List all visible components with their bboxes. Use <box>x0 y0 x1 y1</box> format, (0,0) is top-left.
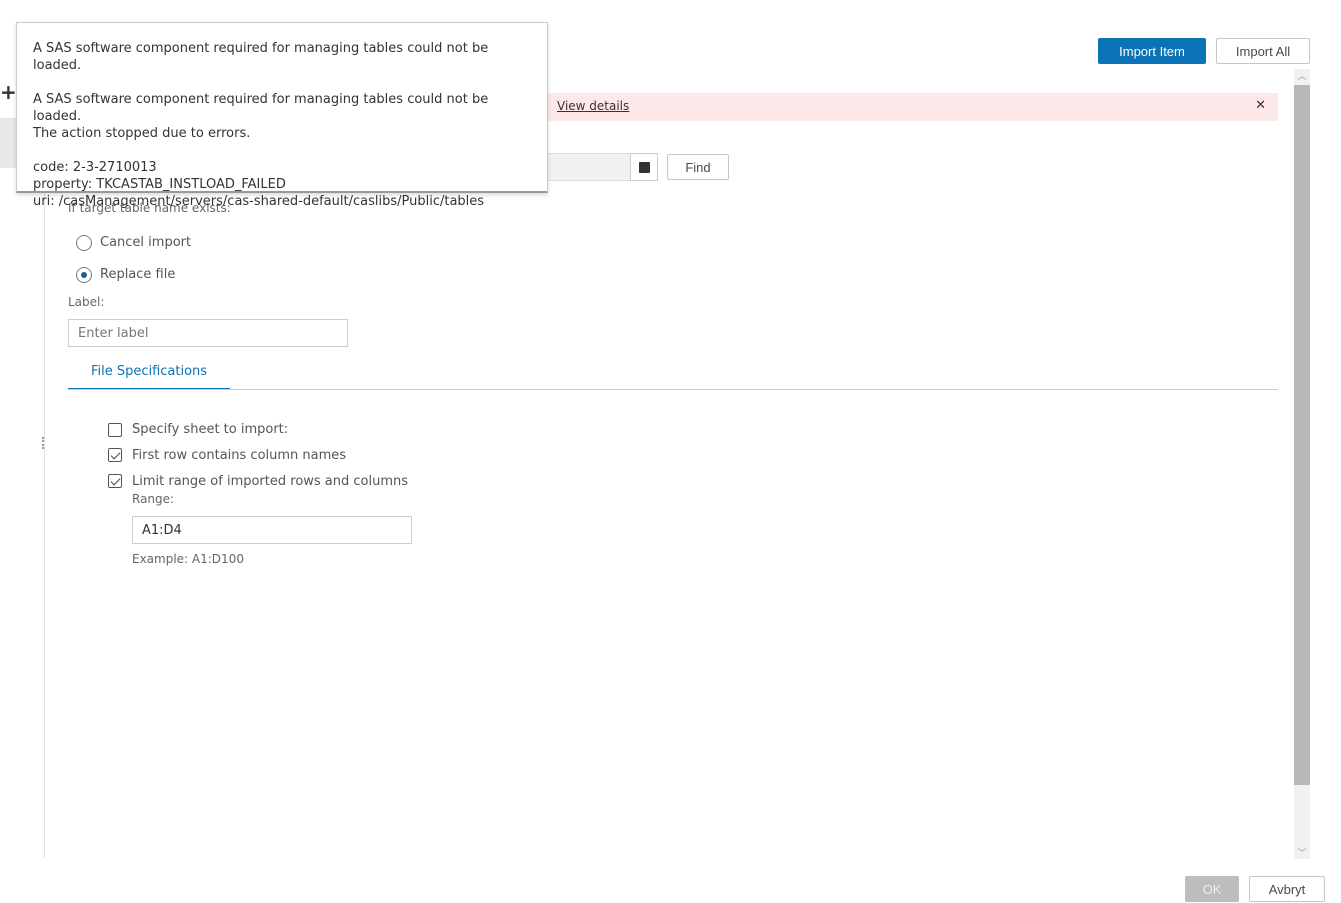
import-all-button[interactable]: Import All <box>1216 38 1310 64</box>
scroll-down-icon[interactable]: ﹀ <box>1294 846 1310 859</box>
popover-code: code: 2-3-2710013 <box>33 160 157 175</box>
label-input[interactable] <box>68 319 348 347</box>
cancel-import-radio[interactable] <box>76 235 92 251</box>
close-icon[interactable]: ✕ <box>1255 98 1266 113</box>
replace-file-label: Replace file <box>100 267 176 282</box>
limit-range-label: Limit range of imported rows and columns <box>132 474 409 489</box>
ok-button[interactable]: OK <box>1185 876 1239 902</box>
scroll-up-icon[interactable]: ︿ <box>1294 69 1310 85</box>
find-button[interactable]: Find <box>667 154 729 180</box>
import-item-button[interactable]: Import Item <box>1098 38 1206 64</box>
scrollbar[interactable]: ︿ ﹀ <box>1294 69 1310 859</box>
range-label: Range: <box>132 492 175 506</box>
view-details-link[interactable]: View details <box>557 99 629 113</box>
cancel-import-label: Cancel import <box>100 235 192 250</box>
limit-range-checkbox[interactable] <box>108 474 122 488</box>
browse-icon[interactable] <box>630 153 658 181</box>
popover-property: property: TKCASTAB_INSTLOAD_FAILED <box>33 177 286 192</box>
range-input[interactable] <box>132 516 412 544</box>
splitter[interactable] <box>44 190 45 858</box>
specify-sheet-label: Specify sheet to import: <box>132 422 289 437</box>
first-row-label: First row contains column names <box>132 448 347 463</box>
cancel-button[interactable]: Avbryt <box>1249 876 1325 902</box>
tab-divider <box>68 389 1278 390</box>
popover-message-detail: A SAS software component required for ma… <box>33 92 489 124</box>
add-icon[interactable]: + <box>0 80 17 104</box>
specify-sheet-checkbox[interactable] <box>108 423 122 437</box>
popover-action-stopped: The action stopped due to errors. <box>33 126 251 141</box>
scrollbar-thumb[interactable] <box>1294 85 1310 785</box>
popover-message: A SAS software component required for ma… <box>33 41 489 73</box>
first-row-checkbox[interactable] <box>108 448 122 462</box>
sidebar-selected-item[interactable] <box>0 118 16 168</box>
splitter-handle[interactable] <box>42 437 46 449</box>
label-title: Label: <box>68 295 105 309</box>
error-details-popover: A SAS software component required for ma… <box>16 22 548 209</box>
replace-file-radio[interactable] <box>76 267 92 283</box>
popover-uri: uri: /casManagement/servers/cas-shared-d… <box>33 194 485 209</box>
tab-file-specifications[interactable]: File Specifications <box>68 364 230 390</box>
range-example: Example: A1:D100 <box>132 552 244 566</box>
error-banner: View details ✕ <box>548 93 1278 121</box>
